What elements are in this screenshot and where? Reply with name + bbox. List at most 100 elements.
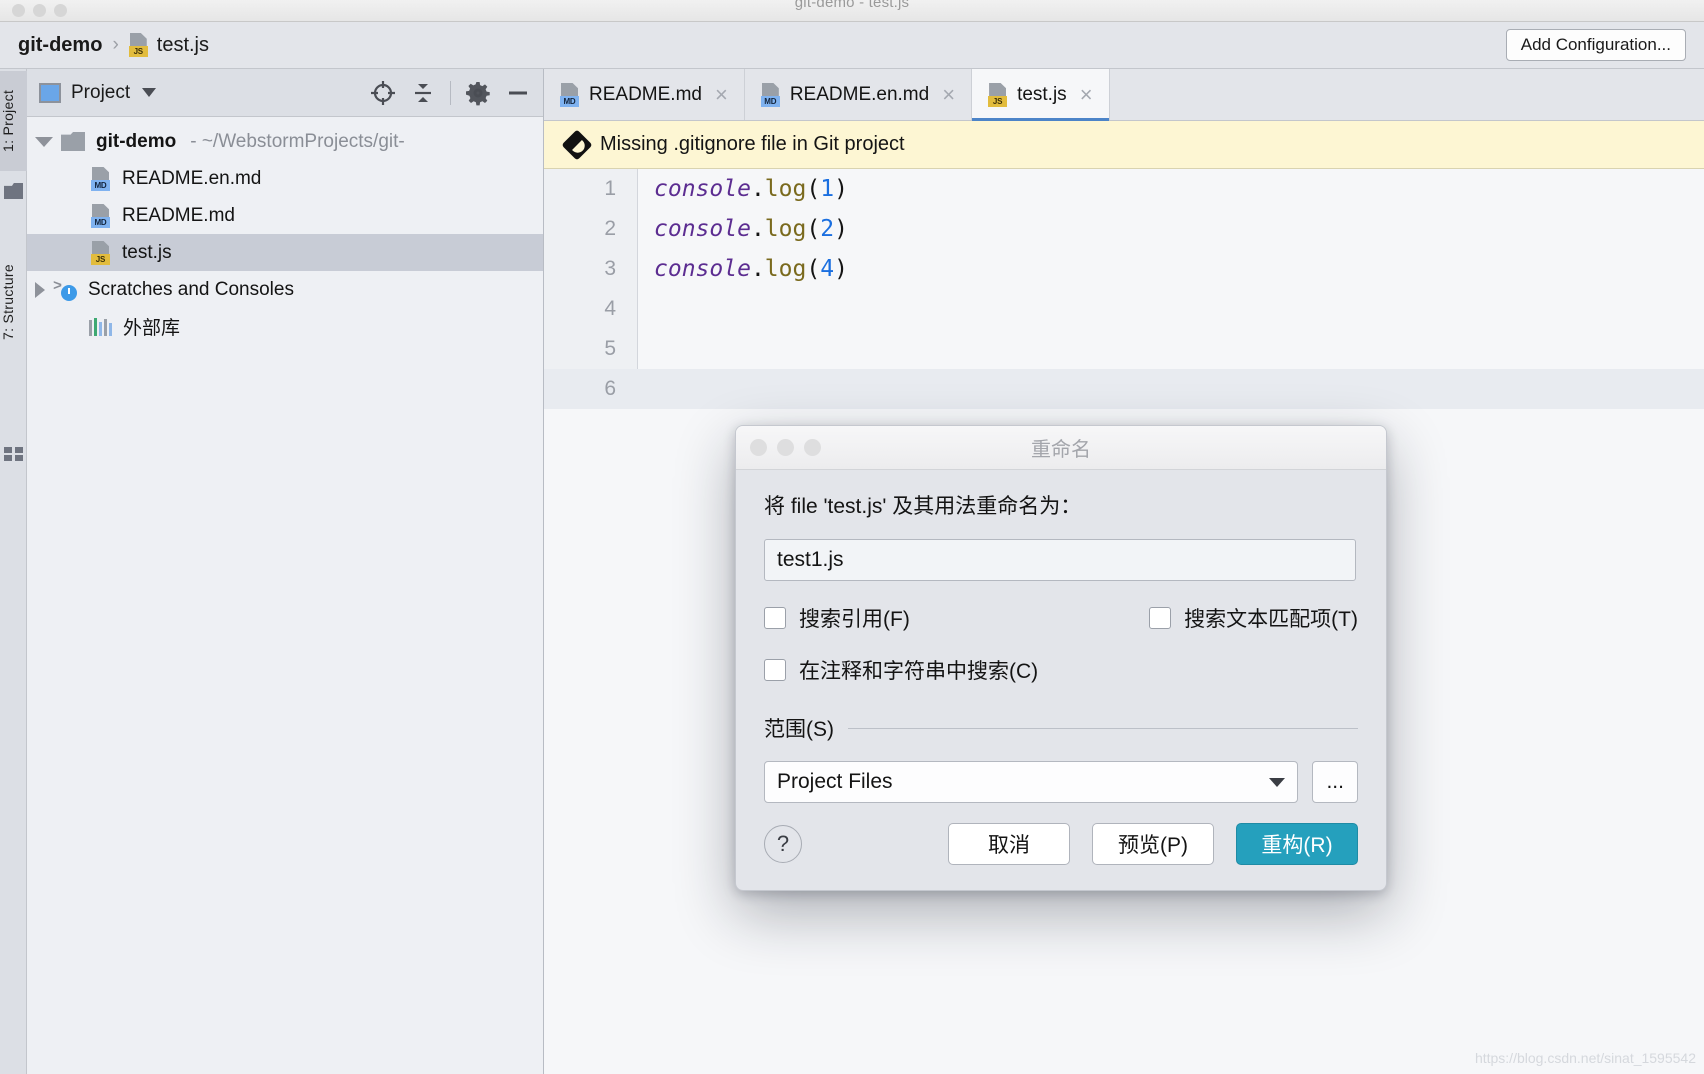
folder-icon: [4, 183, 23, 199]
md-file-icon-badge: MD: [91, 217, 110, 228]
project-panel-header: Project: [27, 69, 543, 117]
close-icon[interactable]: ×: [942, 84, 955, 106]
tree-row-test-js[interactable]: JS test.js: [27, 234, 543, 271]
checkbox-box[interactable]: [764, 607, 786, 629]
code-text: console.log(2): [638, 216, 848, 242]
scope-group-header: 范围(S): [764, 713, 1358, 743]
checkbox-label: 搜索文本匹配项(T): [1184, 603, 1358, 633]
notification-text: Missing .gitignore file in Git project: [600, 133, 905, 156]
token-number: 1: [820, 176, 834, 202]
breadcrumb-file[interactable]: JS test.js: [129, 33, 209, 57]
refactor-button[interactable]: 重构(R): [1236, 823, 1358, 865]
checkbox-search-text-occurrences[interactable]: 搜索文本匹配项(T): [1149, 603, 1358, 633]
chevron-right-icon[interactable]: [35, 282, 45, 298]
editor-tab-readme-en-md[interactable]: MD README.en.md ×: [745, 69, 972, 120]
gear-icon[interactable]: [465, 80, 491, 106]
breadcrumb: git-demo › JS test.js: [18, 33, 209, 57]
md-file-icon: MD: [91, 204, 111, 228]
token-object: console: [654, 256, 751, 282]
breadcrumb-separator-icon: ›: [112, 34, 118, 56]
chevron-down-icon[interactable]: [142, 88, 156, 97]
close-icon[interactable]: ×: [1080, 84, 1093, 106]
checkbox-row-1: 搜索引用(F) 搜索文本匹配项(T): [764, 603, 1358, 633]
minimize-icon[interactable]: [505, 80, 531, 106]
app-root: git-demo - test.js git-demo › JS test.js…: [0, 0, 1704, 1074]
project-panel-title: Project: [71, 82, 130, 104]
scratches-icon: >_: [53, 278, 79, 302]
tree-row-readme[interactable]: MD README.md: [27, 197, 543, 234]
code-line[interactable]: 3 console.log(4): [544, 249, 1704, 289]
code-line[interactable]: 4: [544, 289, 1704, 329]
left-tool-strip: 1: Project 7: Structure: [0, 69, 27, 1074]
token-dot: .: [751, 256, 765, 282]
token-object: console: [654, 216, 751, 242]
navigation-bar: git-demo › JS test.js Add Configuration.…: [0, 22, 1704, 69]
code-line[interactable]: 5: [544, 329, 1704, 369]
project-view-icon: [39, 83, 61, 103]
project-panel-actions: [370, 80, 531, 106]
editor-tab-readme-md[interactable]: MD README.md ×: [544, 69, 745, 120]
token-paren-close: ): [834, 256, 848, 282]
tree-row-readme-en[interactable]: MD README.en.md: [27, 160, 543, 197]
breadcrumb-project[interactable]: git-demo: [18, 34, 102, 57]
preview-button[interactable]: 预览(P): [1092, 823, 1214, 865]
editor-tab-label: README.md: [589, 84, 702, 106]
dialog-title: 重命名: [736, 433, 1386, 462]
chevron-down-icon[interactable]: [35, 137, 53, 147]
checkbox-box[interactable]: [764, 659, 786, 681]
token-dot: .: [751, 176, 765, 202]
code-editor[interactable]: 1 console.log(1) 2 console.log(2) 3 cons…: [544, 169, 1704, 409]
line-number: 6: [544, 377, 638, 401]
code-line[interactable]: 1 console.log(1): [544, 169, 1704, 209]
checkbox-label: 在注释和字符串中搜索(C): [799, 655, 1038, 685]
chevron-down-icon[interactable]: [1269, 778, 1285, 787]
code-text: console.log(1): [638, 176, 848, 202]
code-line-current[interactable]: 6: [544, 369, 1704, 409]
scope-select[interactable]: Project Files: [764, 761, 1298, 803]
js-file-icon: JS: [988, 83, 1008, 107]
tree-row-external-libraries[interactable]: 外部库: [27, 308, 543, 345]
token-paren-open: (: [806, 256, 820, 282]
breadcrumb-file-label: test.js: [157, 34, 209, 57]
collapse-all-icon[interactable]: [410, 80, 436, 106]
line-number: 3: [544, 257, 638, 281]
help-label: ?: [777, 831, 789, 857]
close-icon[interactable]: ×: [715, 84, 728, 106]
token-number: 2: [820, 216, 834, 242]
project-tree: git-demo - ~/WebstormProjects/git- MD RE…: [27, 117, 543, 345]
help-button[interactable]: ?: [764, 825, 802, 863]
scope-more-button[interactable]: ...: [1312, 761, 1358, 803]
add-configuration-label: Add Configuration...: [1521, 35, 1671, 55]
token-function: log: [765, 176, 807, 202]
line-number: 2: [544, 217, 638, 241]
checkbox-box[interactable]: [1149, 607, 1171, 629]
checkbox-search-in-comments-and-strings[interactable]: 在注释和字符串中搜索(C): [764, 655, 1038, 685]
scope-more-label: ...: [1326, 770, 1344, 794]
tree-row-scratches[interactable]: >_ Scratches and Consoles: [27, 271, 543, 308]
preview-label: 预览(P): [1118, 829, 1188, 859]
line-number: 4: [544, 297, 638, 321]
tree-row-label: git-demo: [96, 131, 176, 153]
md-file-icon: MD: [761, 83, 781, 107]
gitignore-notification-bar[interactable]: Missing .gitignore file in Git project: [544, 121, 1704, 169]
tree-row-git-demo[interactable]: git-demo - ~/WebstormProjects/git-: [27, 123, 543, 160]
new-name-input[interactable]: test1.js: [764, 539, 1356, 581]
tree-row-label: README.en.md: [122, 168, 261, 190]
line-number: 1: [544, 177, 638, 201]
grid-icon: [4, 447, 23, 461]
editor-tab-test-js[interactable]: JS test.js ×: [972, 69, 1109, 120]
md-file-icon: MD: [560, 83, 580, 107]
tool-window-tab-structure[interactable]: 7: Structure: [0, 239, 27, 365]
cancel-button[interactable]: 取消: [948, 823, 1070, 865]
tool-window-tab-project[interactable]: 1: Project: [0, 71, 27, 171]
checkbox-search-references[interactable]: 搜索引用(F): [764, 603, 910, 633]
js-file-icon: JS: [129, 33, 149, 57]
token-dot: .: [751, 216, 765, 242]
tree-row-label: 外部库: [123, 313, 180, 340]
add-configuration-button[interactable]: Add Configuration...: [1506, 29, 1686, 61]
code-text: console.log(4): [638, 256, 848, 282]
rename-prompt-label: 将 file 'test.js' 及其用法重命名为：: [764, 490, 1358, 520]
token-paren-close: ): [834, 176, 848, 202]
locate-icon[interactable]: [370, 80, 396, 106]
code-line[interactable]: 2 console.log(2): [544, 209, 1704, 249]
